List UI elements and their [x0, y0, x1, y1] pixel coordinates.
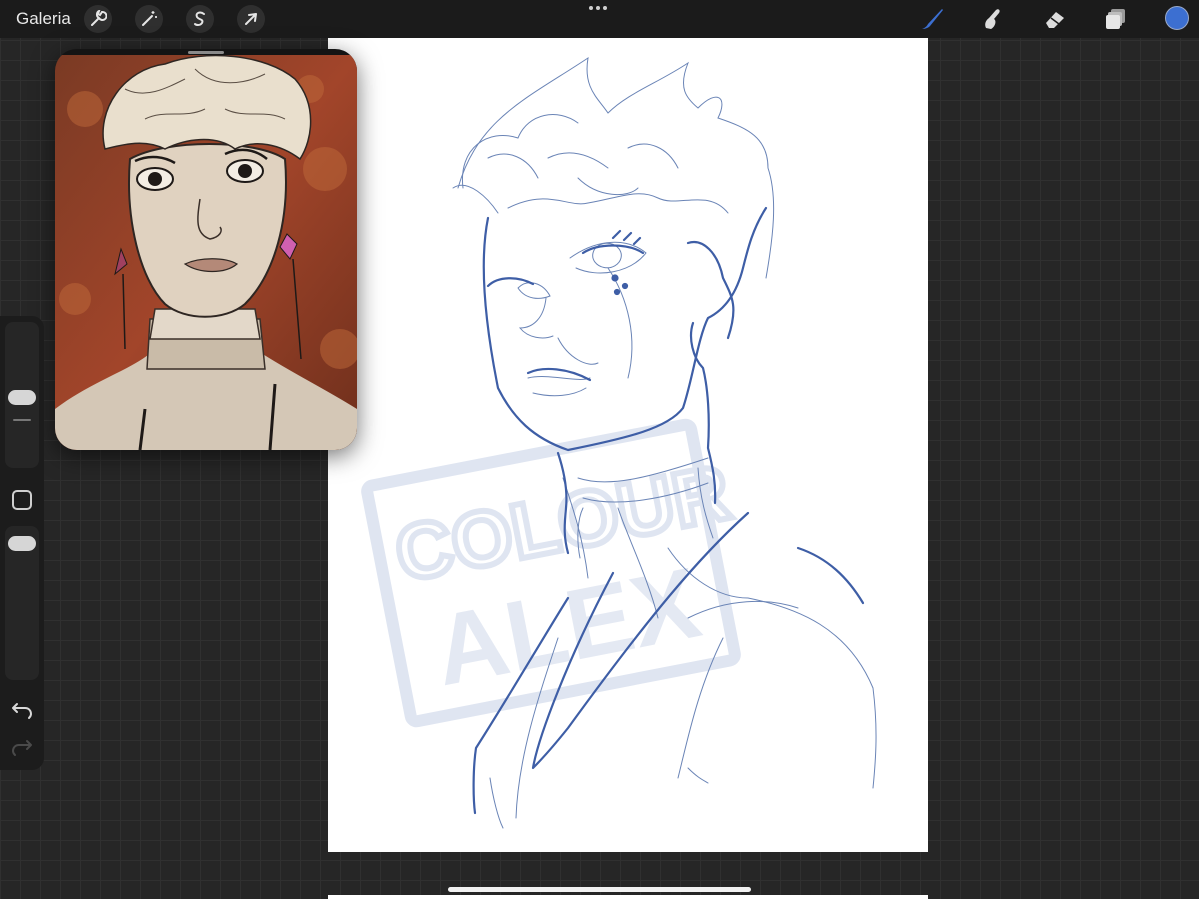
smudge-finger-icon[interactable] [979, 5, 1007, 33]
home-indicator[interactable] [448, 887, 751, 892]
cursor-arrow-icon[interactable] [237, 5, 265, 33]
reference-window[interactable] [55, 49, 357, 450]
layers-icon[interactable] [1102, 5, 1130, 33]
top-toolbar: Galeria [0, 0, 1199, 38]
reference-window-grip[interactable] [188, 51, 224, 54]
square-modifier-icon[interactable] [12, 490, 32, 510]
opacity-slider-icon[interactable] [8, 536, 36, 551]
wrench-icon[interactable] [84, 5, 112, 33]
undo-icon[interactable] [10, 699, 34, 721]
sketch-artwork: COLOUR ALEX [361, 56, 877, 829]
redo-icon[interactable] [10, 736, 34, 758]
canvas-bottom-edge [328, 895, 928, 899]
selection-s-icon[interactable] [186, 5, 214, 33]
gallery-button[interactable]: Galeria [16, 9, 71, 29]
magic-wand-icon[interactable] [135, 5, 163, 33]
color-swatch-button[interactable] [1165, 6, 1189, 30]
drawing-canvas[interactable]: COLOUR ALEX [328, 38, 928, 852]
size-slider-icon[interactable] [8, 390, 36, 405]
left-sidebar [0, 316, 44, 770]
size-slider-tick [13, 419, 31, 421]
sketch-lines [452, 56, 877, 829]
ellipsis-icon[interactable] [589, 6, 607, 10]
brush-icon[interactable] [918, 5, 946, 33]
reference-image [55, 54, 357, 450]
eraser-icon[interactable] [1041, 5, 1069, 33]
watermark: COLOUR ALEX [361, 418, 741, 728]
